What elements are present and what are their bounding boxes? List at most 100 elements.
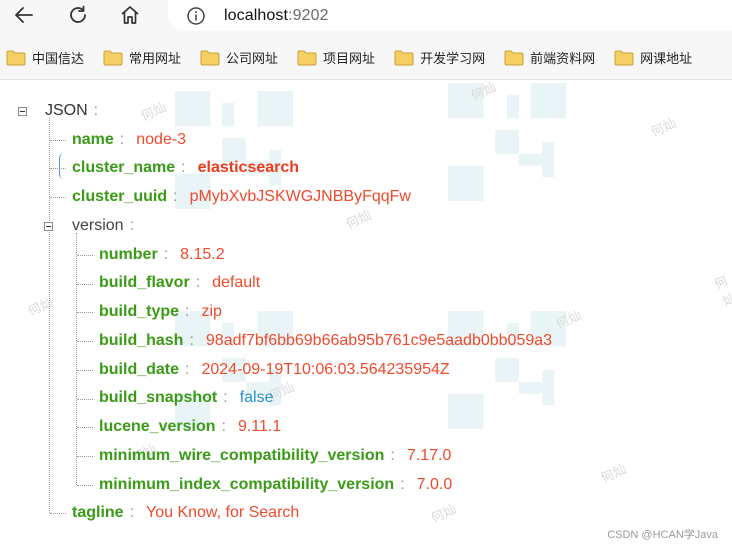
json-row-build-date[interactable]: build_date:2024-09-19T10:06:03.564235954…	[99, 358, 450, 382]
json-key: minimum_wire_compatibility_version	[99, 447, 385, 464]
back-button[interactable]	[9, 0, 39, 30]
bookmark-folder[interactable]: 网课地址	[614, 48, 692, 67]
folder-icon	[200, 50, 220, 65]
json-colon: :	[390, 447, 395, 464]
bookmark-folder[interactable]: 开发学习网	[394, 48, 485, 67]
watermark-text: 何灿	[712, 273, 732, 311]
json-row-number[interactable]: number:8.15.2	[99, 243, 225, 267]
tree-guide	[77, 341, 93, 342]
json-value: false	[239, 389, 274, 406]
json-colon: :	[189, 332, 194, 349]
json-row-min-index-compat[interactable]: minimum_index_compatibility_version:7.0.…	[99, 473, 452, 497]
json-value: 98adf7bf6bb69b66ab95b761c9e5aadb0bb059a3	[205, 332, 553, 349]
qr-code-watermark	[448, 83, 566, 201]
json-row-build-flavor[interactable]: build_flavor: default	[99, 271, 260, 295]
json-colon: :	[400, 476, 405, 493]
json-key: minimum_index_compatibility_version	[99, 476, 395, 493]
tree-guide	[77, 399, 93, 400]
json-key: name	[72, 131, 114, 148]
watermark-text: 何灿	[553, 308, 584, 333]
json-row-build-snapshot[interactable]: build_snapshot: false	[99, 386, 273, 410]
tree-guide	[76, 233, 77, 485]
info-icon[interactable]	[186, 6, 206, 26]
json-colon: :	[181, 159, 186, 176]
json-colon: :	[129, 504, 135, 521]
bookmark-label: 前端资料网	[530, 51, 596, 66]
watermark-text: 何灿	[138, 100, 169, 125]
json-row-version[interactable]: version:	[72, 214, 146, 238]
json-viewer: 何灿 何灿 何灿 何灿 何灿 何灿 何灿 何灿 何灿 何灿 何灿 JSON: n…	[0, 81, 732, 548]
bookmark-folder[interactable]: 中国信达	[6, 48, 84, 67]
tree-guide	[77, 427, 93, 428]
folder-icon	[614, 50, 634, 65]
tree-guide	[77, 255, 93, 256]
json-colon: :	[129, 217, 135, 234]
json-value: You Know, for Search	[146, 504, 300, 521]
json-key: number	[99, 246, 158, 263]
json-value: pMybXvbJSKWGJNBByFqqFw	[189, 188, 411, 205]
selection-bracket	[59, 153, 64, 179]
json-value: 2024-09-19T10:06:03.564235954Z	[201, 361, 450, 378]
json-row-tagline[interactable]: tagline: You Know, for Search	[72, 501, 299, 525]
json-row-name[interactable]: name: node-3	[72, 128, 186, 152]
json-key: cluster_name	[72, 159, 176, 176]
json-value: 7.17.0	[406, 447, 452, 464]
json-value: zip	[201, 303, 222, 320]
json-colon: :	[185, 361, 190, 378]
json-colon: :	[221, 418, 226, 435]
folder-icon	[297, 50, 317, 65]
json-root-row[interactable]: JSON:	[45, 99, 110, 123]
json-row-build-hash[interactable]: build_hash:98adf7bf6bb69b66ab95b761c9e5a…	[99, 329, 552, 353]
bookmark-folder[interactable]: 项目网址	[297, 48, 375, 67]
home-button[interactable]	[115, 0, 145, 30]
json-value: 8.15.2	[180, 246, 225, 263]
json-colon: :	[163, 246, 169, 263]
json-row-cluster-uuid[interactable]: cluster_uuid: pMybXvbJSKWGJNBByFqqFw	[72, 185, 411, 209]
tree-guide	[77, 456, 93, 457]
bookmark-folder[interactable]: 公司网址	[200, 48, 278, 67]
watermark-text: 何灿	[25, 295, 56, 320]
json-colon: :	[223, 389, 228, 406]
json-colon: :	[93, 102, 99, 119]
collapse-toggle-root[interactable]	[18, 107, 27, 116]
browser-toolbar: localhost:9202	[0, 0, 732, 36]
url-host: localhost	[224, 6, 289, 24]
json-value: 7.0.0	[416, 476, 453, 493]
json-value: node-3	[136, 131, 187, 148]
folder-icon	[103, 50, 123, 65]
json-value: 9.11.1	[237, 418, 282, 435]
bookmark-folder[interactable]: 前端资料网	[504, 48, 595, 67]
json-row-lucene-version[interactable]: lucene_version:9.11.1	[99, 415, 281, 439]
json-key: build_snapshot	[99, 389, 218, 406]
json-value: default	[212, 274, 261, 291]
folder-icon	[6, 50, 26, 65]
json-row-build-type[interactable]: build_type: zip	[99, 300, 222, 324]
collapse-toggle-version[interactable]	[44, 222, 53, 231]
json-key: cluster_uuid	[72, 188, 168, 205]
json-key: version	[72, 217, 124, 234]
json-colon: :	[173, 188, 178, 205]
bookmark-label: 常用网址	[129, 51, 182, 66]
bookmark-label: 开发学习网	[420, 51, 486, 66]
reload-button[interactable]	[63, 0, 93, 30]
tree-guide	[77, 485, 93, 486]
json-row-cluster-name[interactable]: cluster_name: elasticsearch	[72, 156, 299, 180]
bookmark-label: 公司网址	[226, 51, 279, 66]
json-key: build_hash	[99, 332, 184, 349]
csdn-credit: CSDN @HCAN学Java	[607, 529, 718, 541]
bookmark-folder[interactable]: 常用网址	[103, 48, 181, 67]
bookmark-label: 项目网址	[323, 51, 376, 66]
json-colon: :	[195, 274, 201, 291]
tree-guide	[77, 312, 93, 313]
url-port: :9202	[288, 6, 329, 24]
bookmark-label: 网课地址	[640, 51, 693, 66]
watermark-text: 何灿	[648, 116, 679, 141]
address-bar[interactable]: localhost:9202	[168, 0, 732, 31]
tree-guide	[50, 140, 66, 141]
json-row-min-wire-compat[interactable]: minimum_wire_compatibility_version:7.17.…	[99, 444, 451, 468]
json-key: build_date	[99, 361, 180, 378]
json-key: JSON	[45, 102, 88, 119]
json-key: tagline	[72, 504, 124, 521]
url-text[interactable]: localhost:9202	[224, 7, 329, 25]
watermark-text: 何灿	[428, 502, 459, 527]
